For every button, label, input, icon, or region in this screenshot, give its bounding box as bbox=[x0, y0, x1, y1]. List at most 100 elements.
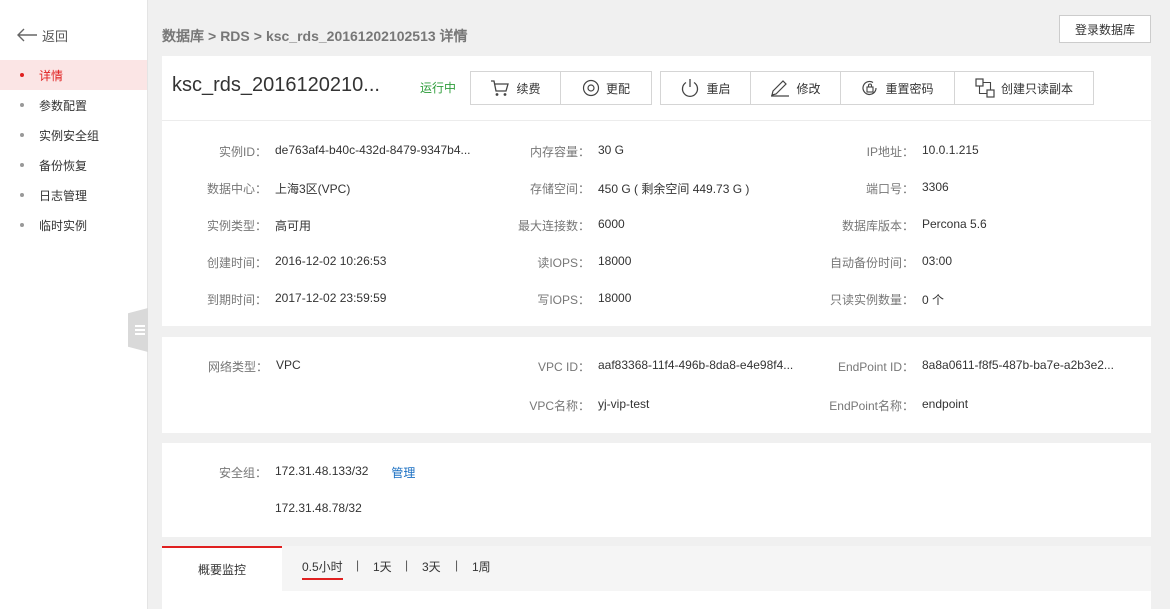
field-storage: 存储空间： 450 G ( 剩余空间 449.73 G ) bbox=[492, 180, 749, 197]
settings-icon bbox=[582, 79, 600, 97]
field-key: 数据库版本： bbox=[841, 219, 914, 233]
field-read-iops: 读IOPS： 18000 bbox=[492, 254, 631, 271]
field-vpc-name: VPC名称： yj-vip-test bbox=[492, 397, 649, 414]
field-key: EndPoint名称： bbox=[829, 399, 914, 413]
sidebar-item-backup[interactable]: 备份恢复 bbox=[0, 150, 147, 180]
field-key: 存储空间： bbox=[529, 182, 590, 196]
manage-security-group-link[interactable]: 管理 bbox=[391, 464, 415, 481]
field-value: 8a8a0611-f8f5-487b-ba7e-a2b3e2... bbox=[922, 358, 1114, 372]
field-value: 2017-12-02 23:59:59 bbox=[275, 291, 387, 305]
bullet-icon bbox=[20, 163, 24, 167]
bullet-icon bbox=[20, 103, 24, 107]
range-1-week[interactable]: 1周 bbox=[472, 558, 491, 575]
field-value: yj-vip-test bbox=[598, 397, 650, 411]
field-port: 端口号： 3306 bbox=[762, 180, 949, 197]
breadcrumb-database[interactable]: 数据库 bbox=[162, 28, 204, 44]
field-key: 端口号： bbox=[865, 182, 914, 196]
field-network-type: 网络类型： VPC bbox=[162, 358, 301, 375]
pencil-icon bbox=[771, 80, 790, 97]
field-key: 创建时间： bbox=[206, 256, 267, 270]
renew-button[interactable]: 续费 bbox=[471, 72, 561, 104]
restart-button[interactable]: 重启 bbox=[661, 72, 751, 104]
field-key: 自动备份时间： bbox=[829, 256, 914, 270]
field-value: 3306 bbox=[922, 180, 949, 194]
sidebar-item-label: 参数配置 bbox=[39, 98, 88, 113]
field-value: 18000 bbox=[598, 254, 632, 268]
field-key: 到期时间： bbox=[206, 293, 267, 307]
divider bbox=[162, 120, 1151, 121]
field-endpoint-id: EndPoint ID： 8a8a0611-f8f5-487b-ba7e-a2b3… bbox=[762, 358, 1114, 375]
field-value: 30 G bbox=[598, 143, 625, 157]
range-1-day[interactable]: 1天 bbox=[373, 558, 392, 575]
field-memory: 内存容量： 30 G bbox=[492, 143, 624, 160]
sidebar-item-label: 临时实例 bbox=[39, 218, 88, 233]
tab-overview-monitor[interactable]: 概要监控 bbox=[162, 546, 282, 609]
field-max-connections: 最大连接数： 6000 bbox=[492, 217, 625, 234]
field-value: 2016-12-02 10:26:53 bbox=[275, 254, 387, 268]
renew-label: 续费 bbox=[516, 81, 541, 96]
field-key: 只读实例数量： bbox=[829, 293, 914, 307]
field-value: Percona 5.6 bbox=[922, 217, 987, 231]
reset-password-button[interactable]: 重置密码 bbox=[841, 72, 955, 104]
field-key: 最大连接数： bbox=[517, 219, 590, 233]
sidebar-item-label: 备份恢复 bbox=[39, 158, 88, 173]
monitor-content-area bbox=[282, 591, 1151, 609]
sidebar-collapse-handle[interactable] bbox=[128, 308, 148, 352]
field-key: 实例类型： bbox=[206, 219, 267, 233]
field-value: de763af4-b40c-432d-8479-9347b4... bbox=[275, 143, 471, 157]
field-auto-backup-time: 自动备份时间： 03:00 bbox=[762, 254, 952, 271]
field-instance-type: 实例类型： 高可用 bbox=[162, 217, 311, 234]
operation-button-group: 重启 修改 重置密码 创建只读副本 bbox=[660, 71, 1094, 105]
restart-label: 重启 bbox=[706, 81, 731, 96]
field-created-time: 创建时间： 2016-12-02 10:26:53 bbox=[162, 254, 386, 271]
field-value: 0 个 bbox=[922, 293, 945, 307]
field-write-iops: 写IOPS： 18000 bbox=[492, 291, 631, 308]
sidebar-item-logs[interactable]: 日志管理 bbox=[0, 180, 147, 210]
upgrade-config-button[interactable]: 更配 bbox=[561, 72, 651, 104]
reset-password-label: 重置密码 bbox=[885, 81, 934, 96]
field-ip-address: IP地址： 10.0.1.215 bbox=[762, 143, 979, 160]
range-3-days[interactable]: 3天 bbox=[422, 558, 441, 575]
bullet-icon bbox=[20, 193, 24, 197]
range-separator: | bbox=[405, 558, 409, 572]
field-value: 10.0.1.215 bbox=[922, 143, 979, 157]
field-key: 写IOPS： bbox=[537, 293, 590, 307]
sidebar-item-security-group[interactable]: 实例安全组 bbox=[0, 120, 147, 150]
security-group-card: 安全组： 172.31.48.133/32 管理 172.31.48.78/32 bbox=[162, 443, 1151, 537]
field-security-group: 安全组： 172.31.48.133/32 管理 bbox=[162, 464, 415, 481]
field-readonly-count: 只读实例数量： 0 个 bbox=[762, 291, 944, 308]
login-database-button[interactable]: 登录数据库 bbox=[1059, 15, 1151, 43]
sidebar-item-details[interactable]: 详情 bbox=[0, 60, 147, 90]
bullet-icon bbox=[20, 223, 24, 227]
field-key: VPC名称： bbox=[529, 399, 590, 413]
instance-title: ksc_rds_2016120210... bbox=[172, 74, 380, 96]
security-group-value: 172.31.48.133/32 bbox=[275, 464, 369, 478]
breadcrumb: 数据库 > RDS > ksc_rds_20161202102513 详情 bbox=[162, 26, 472, 46]
sidebar-item-params[interactable]: 参数配置 bbox=[0, 90, 147, 120]
range-separator: | bbox=[356, 558, 360, 572]
field-vpc-id: VPC ID： aaf83368-11f4-496b-8da8-e4e98f4..… bbox=[492, 358, 793, 375]
field-key: 数据中心： bbox=[206, 182, 267, 196]
range-half-hour[interactable]: 0.5小时 bbox=[302, 558, 343, 580]
field-value: VPC bbox=[276, 358, 301, 372]
bullet-icon bbox=[20, 133, 24, 137]
sidebar-item-label: 日志管理 bbox=[39, 188, 88, 203]
field-value: 18000 bbox=[598, 291, 632, 305]
back-button[interactable]: 返回 bbox=[16, 24, 68, 46]
field-instance-id: 实例ID： de763af4-b40c-432d-8479-9347b4... bbox=[162, 143, 471, 160]
arrow-left-icon bbox=[17, 28, 37, 42]
bullet-icon bbox=[20, 73, 24, 77]
sidebar-nav: 详情 参数配置 实例安全组 备份恢复 日志管理 临时实例 bbox=[0, 60, 147, 240]
field-key: 内存容量： bbox=[529, 145, 590, 159]
monitor-section: 概要监控 0.5小时 | 1天 | 3天 | 1周 bbox=[162, 546, 1151, 609]
field-value: 上海3区(VPC) bbox=[275, 182, 351, 196]
billing-button-group: 续费 更配 bbox=[470, 71, 652, 105]
breadcrumb-separator: > bbox=[208, 28, 217, 44]
breadcrumb-rds[interactable]: RDS bbox=[220, 28, 250, 44]
field-key: 读IOPS： bbox=[537, 256, 590, 270]
create-readonly-replica-button[interactable]: 创建只读副本 bbox=[955, 72, 1093, 104]
sidebar: 返回 详情 参数配置 实例安全组 备份恢复 日志管理 临时实例 bbox=[0, 0, 148, 609]
sidebar-item-temp-instance[interactable]: 临时实例 bbox=[0, 210, 147, 240]
field-key: IP地址： bbox=[866, 145, 914, 159]
modify-button[interactable]: 修改 bbox=[751, 72, 841, 104]
